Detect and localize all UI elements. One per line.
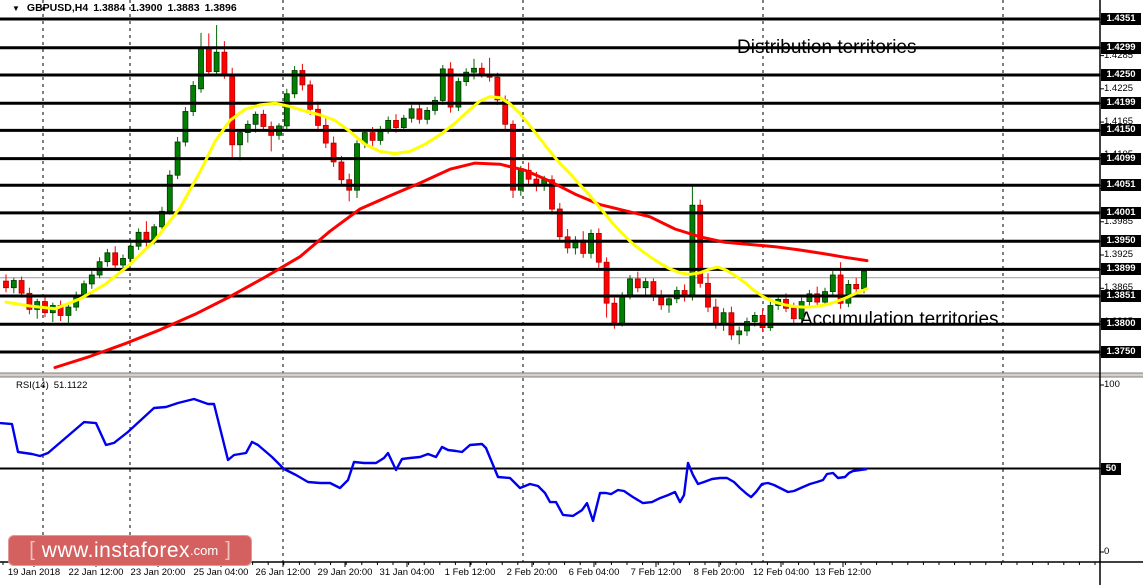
ma-slow-line bbox=[53, 161, 869, 369]
rsi-indicator-label: RSI(14) 51.1122 bbox=[16, 380, 87, 391]
time-axis-label: 26 Jan 12:00 bbox=[255, 567, 311, 578]
rsi-value: 51.1122 bbox=[53, 380, 88, 391]
time-axis-label: 22 Jan 12:00 bbox=[68, 567, 124, 578]
price-chart[interactable]: Distribution territoriesAccumulation ter… bbox=[0, 0, 1143, 585]
time-axis-label: 19 Jan 2018 bbox=[7, 567, 61, 578]
logo-tld-text: .com bbox=[190, 543, 219, 558]
price-level-badge: 1.3750 bbox=[1101, 346, 1141, 358]
quote-low: 1.3883 bbox=[167, 2, 200, 14]
price-level-badge: 1.4099 bbox=[1101, 153, 1141, 165]
time-axis-label: 13 Feb 12:00 bbox=[815, 567, 871, 578]
quote-high: 1.3900 bbox=[130, 2, 163, 14]
quote-close: 1.3896 bbox=[204, 2, 237, 14]
time-axis-label: 8 Feb 20:00 bbox=[693, 567, 745, 578]
price-level-badge: 1.4001 bbox=[1101, 207, 1141, 219]
logo-bracket-right: ] bbox=[225, 539, 231, 561]
time-axis-label: 12 Feb 04:00 bbox=[753, 567, 809, 578]
quote-open: 1.3884 bbox=[93, 2, 126, 14]
annotation-text: Accumulation territories bbox=[800, 309, 999, 330]
dropdown-icon[interactable]: ▼ bbox=[12, 4, 20, 13]
price-level-badge: 1.4250 bbox=[1101, 69, 1141, 81]
price-tick-label: 1.3925 bbox=[1104, 249, 1134, 260]
time-axis-label: 7 Feb 12:00 bbox=[630, 567, 682, 578]
time-axis-label: 31 Jan 04:00 bbox=[379, 567, 435, 578]
logo-domain-text: www.instaforex bbox=[41, 538, 191, 562]
time-axis-label: 29 Jan 20:00 bbox=[317, 567, 373, 578]
ma-fast-line bbox=[4, 95, 869, 311]
price-level-badge: 1.3899 bbox=[1101, 263, 1141, 275]
instaforex-logo[interactable]: [ www.instaforex .com ] bbox=[8, 535, 252, 566]
price-tick-label: 1.4225 bbox=[1104, 83, 1134, 94]
logo-bracket-left: [ bbox=[29, 539, 35, 561]
time-axis-label: 1 Feb 12:00 bbox=[444, 567, 496, 578]
symbol-quote-bar: ▼ GBPUSD,H4 1.3884 1.3900 1.3883 1.3896 bbox=[12, 2, 237, 14]
rsi-scale-100: 100 bbox=[1104, 379, 1120, 390]
price-level-badge: 1.4351 bbox=[1101, 13, 1141, 25]
axis-tick-marks bbox=[2, 18, 1104, 567]
price-level-badge: 1.3851 bbox=[1101, 290, 1141, 302]
price-level-badge: 1.4051 bbox=[1101, 179, 1141, 191]
symbol-timeframe-label: GBPUSD,H4 bbox=[26, 2, 89, 14]
mt4-chart-window: Distribution territories Accumulation ter… bbox=[0, 0, 1143, 585]
rsi-name: RSI(14) bbox=[16, 380, 49, 391]
price-level-badge: 1.3950 bbox=[1101, 235, 1141, 247]
chart-annotations: Distribution territoriesAccumulation ter… bbox=[737, 37, 999, 330]
rsi-line bbox=[0, 397, 868, 523]
support-resistance-lines[interactable] bbox=[0, 17, 1100, 354]
period-separators bbox=[42, 0, 1004, 562]
time-axis-label: 6 Feb 04:00 bbox=[568, 567, 620, 578]
price-level-badge: 1.4199 bbox=[1101, 97, 1141, 109]
price-level-badge: 1.4150 bbox=[1101, 124, 1141, 136]
time-axis-label: 25 Jan 04:00 bbox=[193, 567, 249, 578]
price-level-badge: 1.4299 bbox=[1101, 42, 1141, 54]
pane-divider[interactable] bbox=[0, 372, 1143, 378]
time-axis-label: 23 Jan 20:00 bbox=[130, 567, 186, 578]
price-level-badge: 1.3800 bbox=[1101, 318, 1141, 330]
rsi-level-badge: 50 bbox=[1101, 462, 1121, 475]
time-axis-label: 2 Feb 20:00 bbox=[506, 567, 558, 578]
rsi-scale-0: 0 bbox=[1104, 546, 1110, 557]
